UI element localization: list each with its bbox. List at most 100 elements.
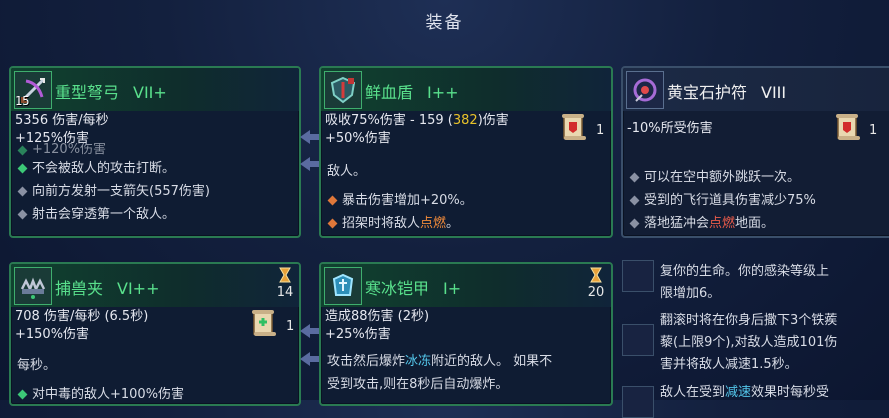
equipment-card-bear-trap[interactable]: 捕兽夹 VI++ 14 708 伤害/每秒 (6.5秒) +150%伤害 1 每秒… (9, 262, 301, 406)
mutation-text: 敌人在受到减速效果时每秒受 (660, 382, 829, 404)
slow-keyword: 减速 (725, 385, 752, 400)
ignite-keyword: 点燃 (709, 216, 736, 231)
stat-line: -10%所受伤害 (627, 121, 713, 136)
desc-line: 向前方发射一支箭矢(557伤害) (17, 180, 210, 203)
desc-line: 对中毒的敌人+100%伤害 (17, 383, 184, 404)
item-name: 重型弩弓 VII+ (55, 79, 167, 103)
hourglass-icon (590, 267, 602, 283)
mutation-text: 复你的生命。你的感染等级上 限增加6。 (660, 261, 829, 305)
scroll-icon (561, 112, 587, 142)
item-stats: 708 伤害/每秒 (6.5秒) +150%伤害 (15, 308, 148, 344)
absorb-value: 382 (452, 113, 478, 128)
scroll-icon (251, 308, 277, 338)
desc-text: 向前方发射一支箭矢(557伤害) (32, 184, 210, 199)
absorb-pre: 吸收75%伤害 - 159 ( (325, 113, 453, 128)
desc-text: 地面。 (735, 216, 775, 231)
dps-line: 5356 伤害/每秒 (15, 113, 109, 128)
item-tier: VIII (761, 83, 787, 102)
desc-text: 不会被敌人的攻击打断。 (32, 161, 176, 176)
freeze-keyword: 冰冻 (405, 354, 432, 369)
item-description: 每秒。 对中毒的敌人+100%伤害 (17, 348, 184, 404)
desc-line (327, 148, 473, 160)
scroll-count: 1 (596, 123, 605, 138)
amulet-icon (626, 71, 664, 109)
mutation-line: 限增加6。 (660, 286, 721, 301)
ice-armor-icon (324, 267, 362, 305)
item-name: 捕兽夹 VI++ (55, 275, 160, 299)
item-description: 可以在空中额外跳跃一次。 受到的飞行道具伤害减少75% 落地猛冲会 点燃 地面。 (629, 166, 816, 235)
desc-line: 不会被敌人的攻击打断。 (17, 157, 210, 180)
trap-icon (14, 267, 52, 305)
desc-text: 附近的敌人。 如果不 (431, 354, 553, 369)
absorb-post: )伤害 (477, 113, 509, 128)
mutation-text: 翻滚时将在你身后撒下3个铁蒺 藜(上限9个),对敌人造成101伤 害并将敌人减速… (660, 310, 837, 376)
desc-line: 敌人。 (327, 160, 473, 183)
desc-text: 射击会穿透第一个敌人。 (32, 207, 176, 222)
desc-line: 射击会穿透第一个敌人。 (17, 203, 210, 226)
hourglass-icon (279, 267, 291, 283)
desc-text: 暴击伤害增加+20%。 (342, 193, 473, 208)
mutation-icon (622, 386, 654, 418)
item-level: 15 (15, 94, 30, 108)
desc-line: 可以在空中额外跳跃一次。 (629, 166, 816, 189)
item-name-text: 黄宝石护符 (667, 83, 748, 102)
desc-text: +120%伤害 (32, 143, 107, 157)
scroll-count: 1 (869, 123, 878, 138)
mutation-line: 翻滚时将在你身后撒下3个铁蒺 (660, 313, 838, 328)
mutation-list: 复你的生命。你的感染等级上 限增加6。 翻滚时将在你身后撒下3个铁蒺 藜(上限9… (622, 258, 889, 418)
bonus-line: +150%伤害 (15, 327, 90, 342)
cooldown-indicator: 20 (585, 267, 607, 300)
mutation-line: 复你的生命。你的感染等级上 (660, 264, 830, 279)
item-name: 黄宝石护符 VIII (667, 79, 786, 103)
desc-line: 落地猛冲会 点燃 地面。 (629, 212, 816, 235)
item-stats: 造成88伤害 (2秒) +25%伤害 (325, 308, 429, 344)
desc-text: 可以在空中额外跳跃一次。 (644, 170, 801, 185)
desc-text: 受到攻击,则在8秒后自动爆炸。 (327, 377, 509, 392)
desc-line: 每秒。 (17, 354, 184, 377)
mutation-line: 效果时每秒受 (751, 385, 830, 400)
equipment-card-crossbow[interactable]: 15 重型弩弓 VII+ 5356 伤害/每秒 +125%伤害 +120%伤害 不… (9, 66, 301, 238)
item-tier: VII+ (133, 83, 167, 102)
equipment-card-ruby-amulet[interactable]: 黄宝石护符 VIII -10%所受伤害 1 可以在空中额外跳跃一次。 受到的飞行道… (621, 66, 889, 238)
absorb-line: 吸收75%伤害 - 159 (382)伤害 (325, 112, 509, 130)
item-description: 敌人。 暴击伤害增加+20%。 招架时将敌人 点燃。 (327, 148, 473, 235)
item-tier: I++ (427, 83, 459, 102)
desc-text: 每秒。 (17, 358, 57, 373)
desc-text: 。 (446, 216, 460, 231)
desc-text: 攻击然后爆炸 (327, 354, 406, 369)
shield-icon (324, 71, 362, 109)
scroll-icon (835, 112, 861, 142)
desc-text: 敌人。 (327, 164, 367, 179)
cooldown-indicator: 14 (274, 267, 296, 300)
desc-line: 招架时将敌人 点燃。 (327, 212, 473, 235)
item-name-text: 鲜血盾 (365, 83, 414, 102)
item-name: 寒冰铠甲 I+ (365, 275, 461, 299)
equipment-card-blood-shield[interactable]: 鲜血盾 I++ 吸收75%伤害 - 159 (382)伤害 +50%伤害 1 敌人… (319, 66, 613, 238)
cooldown-value: 14 (276, 285, 294, 300)
cooldown-value: 20 (587, 285, 605, 300)
desc-text: 落地猛冲会 (644, 216, 710, 231)
item-description: +120%伤害 不会被敌人的攻击打断。 向前方发射一支箭矢(557伤害) 射击会… (17, 143, 210, 226)
bonus-line: +50%伤害 (325, 131, 391, 146)
item-tier: I+ (443, 279, 462, 298)
equipment-card-ice-armor[interactable]: 寒冰铠甲 I+ 20 造成88伤害 (2秒) +25%伤害 攻击然后爆炸 冰冻 附近的… (319, 262, 613, 406)
dmg-line: 造成88伤害 (2秒) (325, 309, 430, 324)
mutation-icon (622, 324, 654, 356)
item-name-text: 寒冰铠甲 (365, 279, 430, 298)
mutation-line: 藜(上限9个),对敌人造成101伤 (660, 335, 838, 350)
mutation-icon (622, 260, 654, 292)
desc-text: 受到的飞行道具伤害减少75% (644, 193, 816, 208)
desc-line: 暴击伤害增加+20%。 (327, 189, 473, 212)
item-stats: -10%所受伤害 (627, 120, 713, 138)
item-tier: VI++ (117, 279, 160, 298)
desc-line: 受到的飞行道具伤害减少75% (629, 189, 816, 212)
item-stats: 吸收75%伤害 - 159 (382)伤害 +50%伤害 (325, 112, 509, 148)
page-title: 装备 (425, 13, 464, 33)
item-name-text: 重型弩弓 (55, 83, 120, 102)
item-name: 鲜血盾 I++ (365, 79, 459, 103)
desc-line: 攻击然后爆炸 冰冻 附近的敌人。 如果不 (327, 350, 552, 373)
desc-line: +120%伤害 (17, 143, 210, 157)
dps-line: 708 伤害/每秒 (6.5秒) (15, 309, 149, 324)
desc-text: 招架时将敌人 (342, 216, 421, 231)
item-name-text: 捕兽夹 (55, 279, 104, 298)
